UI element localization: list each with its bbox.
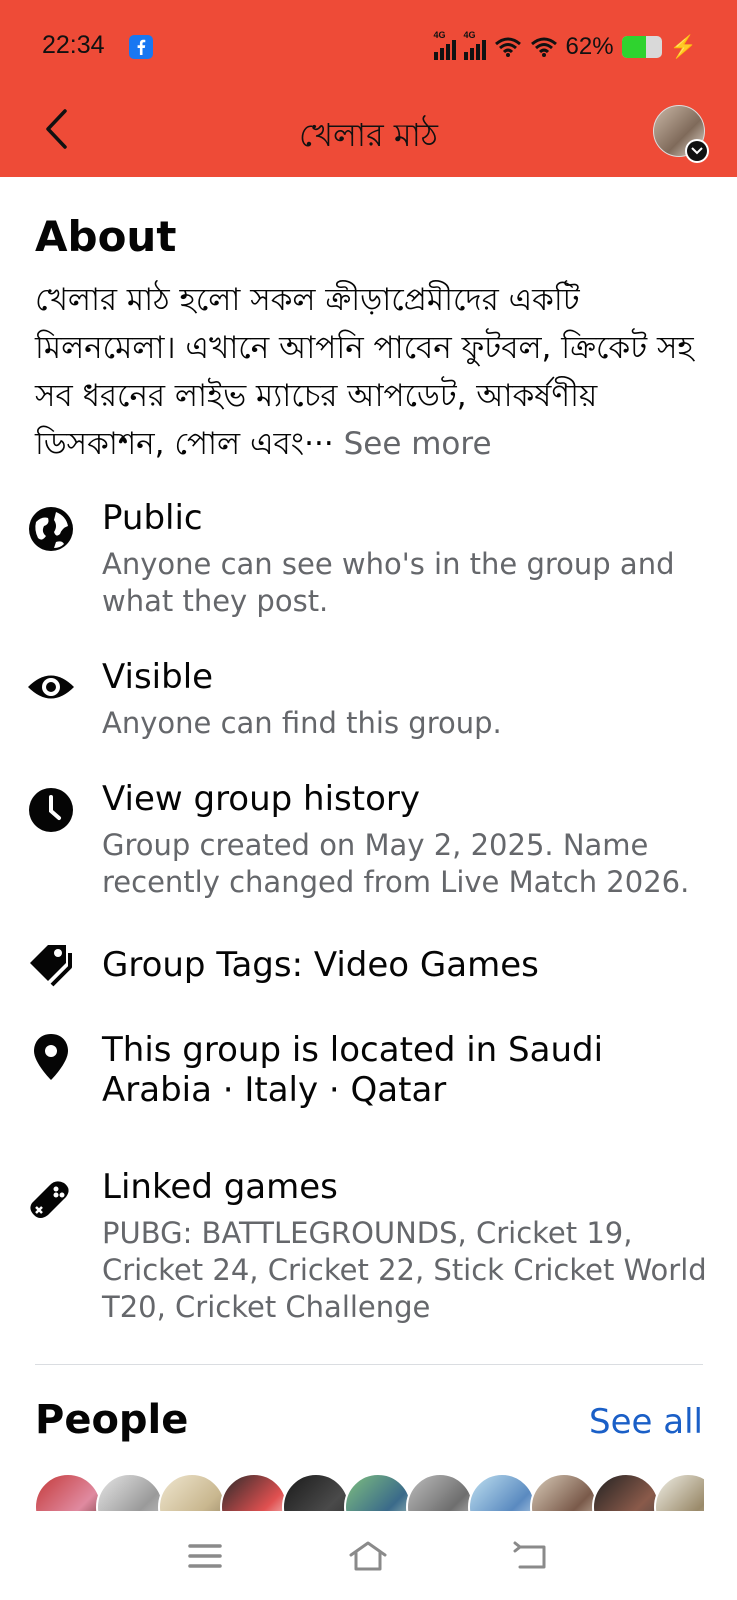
charging-icon: ⚡ <box>669 34 697 59</box>
avatar[interactable] <box>158 1473 226 1511</box>
info-row-title: This group is located in Saudi Arabia · … <box>102 1030 604 1110</box>
avatar[interactable] <box>96 1473 164 1511</box>
status-time: 22:34 <box>42 31 105 59</box>
avatar[interactable] <box>468 1473 536 1511</box>
see-all-link[interactable]: See all <box>589 1402 703 1442</box>
battery-percent: 62% <box>565 33 614 60</box>
back-nav-button[interactable] <box>500 1534 560 1578</box>
avatar[interactable] <box>654 1473 704 1511</box>
info-row-subtitle: Group created on May 2, 2025. Name recen… <box>102 828 690 899</box>
section-divider <box>35 1364 703 1365</box>
profile-menu-button[interactable] <box>653 105 709 163</box>
info-row-subtitle: Anyone can find this group. <box>102 706 502 740</box>
location-pin-icon <box>26 1032 76 1082</box>
globe-icon <box>26 504 76 554</box>
avatar[interactable] <box>592 1473 660 1511</box>
info-row-subtitle: Anyone can see who's in the group and wh… <box>102 547 675 618</box>
group-title: খেলার মাঠ <box>298 116 439 154</box>
chevron-down-icon <box>685 139 709 163</box>
wifi-icon <box>530 37 557 57</box>
status-indicators: 4G 4G 62% ⚡ <box>433 30 697 64</box>
avatar[interactable] <box>220 1473 288 1511</box>
menu-button[interactable] <box>175 1534 235 1578</box>
battery-icon <box>621 36 662 58</box>
people-heading: People <box>35 1397 189 1443</box>
signal-icon: 4G <box>433 30 456 60</box>
info-row-title[interactable]: View group history <box>102 779 702 819</box>
member-avatars[interactable] <box>34 1473 704 1511</box>
gamepad-icon <box>26 1173 76 1223</box>
info-row-title: Linked games <box>102 1167 338 1207</box>
info-row-title: Public <box>102 498 203 538</box>
avatar[interactable] <box>282 1473 350 1511</box>
avatar[interactable] <box>406 1473 474 1511</box>
facebook-icon <box>129 35 153 59</box>
tag-icon <box>26 941 76 991</box>
wifi-icon <box>494 37 521 57</box>
eye-icon <box>26 662 76 712</box>
home-button[interactable] <box>338 1534 398 1578</box>
back-button[interactable] <box>36 104 76 154</box>
top-app-bar: 22:34 4G 4G 62% ⚡ খেলার মাঠ <box>0 0 737 177</box>
avatar[interactable] <box>344 1473 412 1511</box>
clock-icon <box>26 785 76 835</box>
info-row-subtitle: PUBG: BATTLEGROUNDS, Cricket 19, Cricket… <box>102 1216 707 1324</box>
menu-icon <box>188 1544 222 1568</box>
see-more-link[interactable]: See more <box>344 426 492 462</box>
about-description: খেলার মাঠ হলো সকল ক্রীড়াপ্রেমীদের একটি … <box>35 276 700 468</box>
avatar[interactable] <box>530 1473 598 1511</box>
network-type-label: 4G <box>433 30 446 40</box>
avatar[interactable] <box>34 1473 102 1511</box>
info-row-title[interactable]: Group Tags: Video Games <box>102 945 702 985</box>
chevron-left-icon <box>46 109 67 149</box>
home-icon <box>349 1541 387 1571</box>
back-arrow-icon <box>513 1541 546 1569</box>
system-navigation-bar <box>0 1512 737 1600</box>
about-heading: About <box>35 212 177 261</box>
info-row-title: Visible <box>102 657 214 697</box>
network-type-label: 4G <box>463 30 476 40</box>
signal-icon: 4G <box>463 30 486 60</box>
